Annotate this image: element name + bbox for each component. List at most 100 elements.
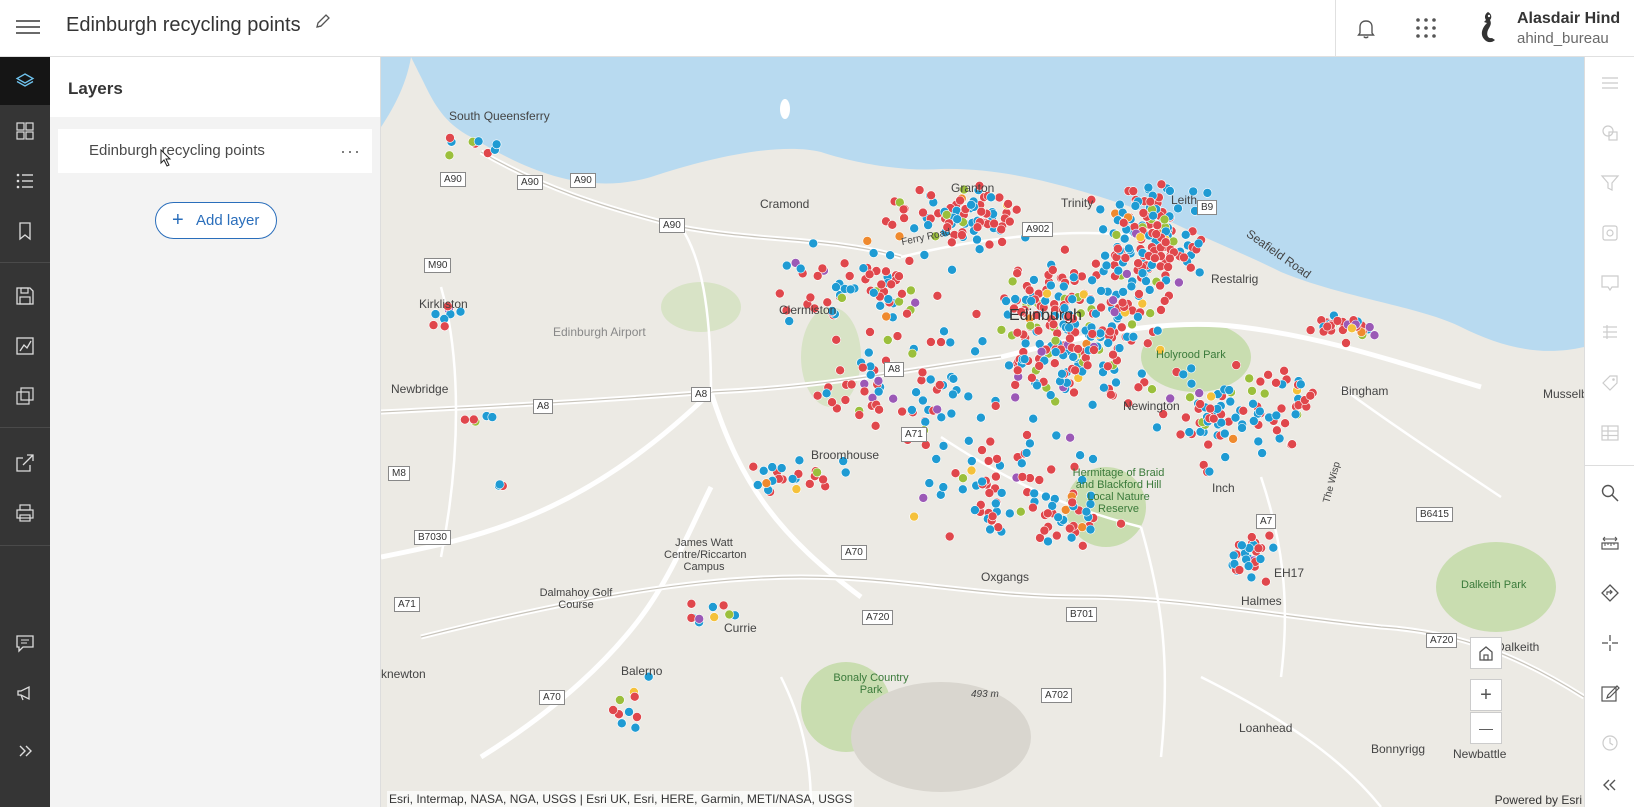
recycling-point[interactable] <box>1152 422 1162 433</box>
recycling-point[interactable] <box>1230 412 1241 423</box>
recycling-point[interactable] <box>1152 325 1163 336</box>
recycling-point[interactable] <box>926 190 936 201</box>
recycling-point[interactable] <box>1003 199 1013 209</box>
recycling-point[interactable] <box>1257 448 1267 458</box>
recycling-point[interactable] <box>1028 502 1038 513</box>
recycling-point[interactable] <box>885 250 895 260</box>
sketch-pad-button[interactable] <box>1585 669 1634 717</box>
recycling-point[interactable] <box>918 493 929 503</box>
recycling-point[interactable] <box>1246 532 1257 542</box>
recycling-point[interactable] <box>1165 253 1175 264</box>
hamburger-menu-icon[interactable] <box>16 16 40 40</box>
recycling-point[interactable] <box>938 482 949 492</box>
recycling-point[interactable] <box>1184 427 1195 437</box>
recycling-point[interactable] <box>752 480 763 490</box>
recycling-point[interactable] <box>1124 243 1134 254</box>
recycling-point[interactable] <box>1087 329 1098 339</box>
recycling-point[interactable] <box>1108 295 1118 305</box>
recycling-point[interactable] <box>1237 540 1247 551</box>
recycling-point[interactable] <box>1305 390 1316 401</box>
recycling-point[interactable] <box>892 331 903 341</box>
recycling-point[interactable] <box>909 511 919 522</box>
recycling-point[interactable] <box>1103 361 1113 372</box>
directions-button[interactable] <box>1585 569 1634 617</box>
recycling-point[interactable] <box>945 337 956 348</box>
recycling-point[interactable] <box>1224 385 1235 395</box>
recycling-point[interactable] <box>1091 258 1101 269</box>
recycling-point[interactable] <box>894 271 904 281</box>
recycling-point[interactable] <box>1066 532 1077 543</box>
recycling-point[interactable] <box>708 602 718 612</box>
recycling-point[interactable] <box>1247 386 1257 396</box>
recycling-point[interactable] <box>1024 285 1035 296</box>
recycling-point[interactable] <box>1001 296 1011 306</box>
recycling-point[interactable] <box>917 367 928 378</box>
recycling-point[interactable] <box>1263 369 1273 380</box>
recycling-point[interactable] <box>1114 199 1125 210</box>
recycling-point[interactable] <box>865 369 876 380</box>
recycling-point[interactable] <box>992 454 1002 464</box>
recycling-point[interactable] <box>781 260 792 271</box>
recycling-point[interactable] <box>808 238 819 249</box>
recycling-point[interactable] <box>1268 542 1279 553</box>
recycling-point[interactable] <box>1085 295 1096 305</box>
bookmarks-button[interactable] <box>0 207 50 255</box>
recycling-point[interactable] <box>812 467 822 478</box>
recycling-point[interactable] <box>1272 425 1282 436</box>
recycling-point[interactable] <box>1279 365 1289 376</box>
recycling-point[interactable] <box>972 234 982 245</box>
recycling-point[interactable] <box>758 465 769 476</box>
recycling-point[interactable] <box>1033 325 1044 336</box>
recycling-point[interactable] <box>1195 399 1205 409</box>
recycling-point[interactable] <box>1142 338 1153 349</box>
recycling-point[interactable] <box>1231 360 1242 370</box>
recycling-point[interactable] <box>791 484 802 494</box>
recycling-point[interactable] <box>1152 220 1163 231</box>
recycling-point[interactable] <box>748 461 759 472</box>
recycling-point[interactable] <box>1155 280 1165 291</box>
recycling-point[interactable] <box>774 288 785 299</box>
recycling-point[interactable] <box>812 390 823 401</box>
location-button[interactable] <box>1585 619 1634 667</box>
recycling-point[interactable] <box>840 395 851 405</box>
recycling-point[interactable] <box>1341 338 1351 348</box>
recycling-point[interactable] <box>845 284 856 295</box>
recycling-point[interactable] <box>924 478 935 488</box>
recycling-point[interactable] <box>1069 387 1079 398</box>
recycling-point[interactable] <box>909 223 920 234</box>
recycling-point[interactable] <box>1159 296 1170 306</box>
labels-button[interactable] <box>1585 359 1634 407</box>
recycling-point[interactable] <box>837 293 847 303</box>
recycling-point[interactable] <box>1119 233 1130 244</box>
popups-button[interactable] <box>1585 259 1634 307</box>
whats-new-button[interactable] <box>0 669 50 717</box>
recycling-point[interactable] <box>1185 392 1195 403</box>
recycling-point[interactable] <box>1205 403 1216 414</box>
recycling-point[interactable] <box>898 204 909 215</box>
recycling-point[interactable] <box>1185 262 1196 273</box>
recycling-point[interactable] <box>444 150 455 161</box>
recycling-point[interactable] <box>1113 243 1123 254</box>
recycling-point[interactable] <box>827 397 837 408</box>
recycling-point[interactable] <box>1113 265 1124 276</box>
recycling-point[interactable] <box>993 522 1004 533</box>
recycling-point[interactable] <box>1133 382 1144 393</box>
recycling-point[interactable] <box>944 531 955 542</box>
recycling-point[interactable] <box>863 347 874 358</box>
recycling-point[interactable] <box>1067 294 1078 304</box>
recycling-point[interactable] <box>1053 512 1064 523</box>
recycling-point[interactable] <box>1254 406 1265 417</box>
recycling-point[interactable] <box>974 244 985 254</box>
recycling-point[interactable] <box>718 600 729 611</box>
recycling-point[interactable] <box>1118 218 1129 228</box>
recycling-point[interactable] <box>608 705 618 715</box>
recycling-point[interactable] <box>1101 260 1112 271</box>
recycling-point[interactable] <box>918 207 928 218</box>
recycling-point[interactable] <box>795 263 806 274</box>
recycling-point[interactable] <box>1050 335 1061 346</box>
recycling-point[interactable] <box>1034 361 1045 371</box>
recycling-point[interactable] <box>1364 322 1375 332</box>
styles-button[interactable] <box>1585 109 1634 157</box>
recycling-point[interactable] <box>1057 368 1067 379</box>
recycling-point[interactable] <box>914 185 925 195</box>
